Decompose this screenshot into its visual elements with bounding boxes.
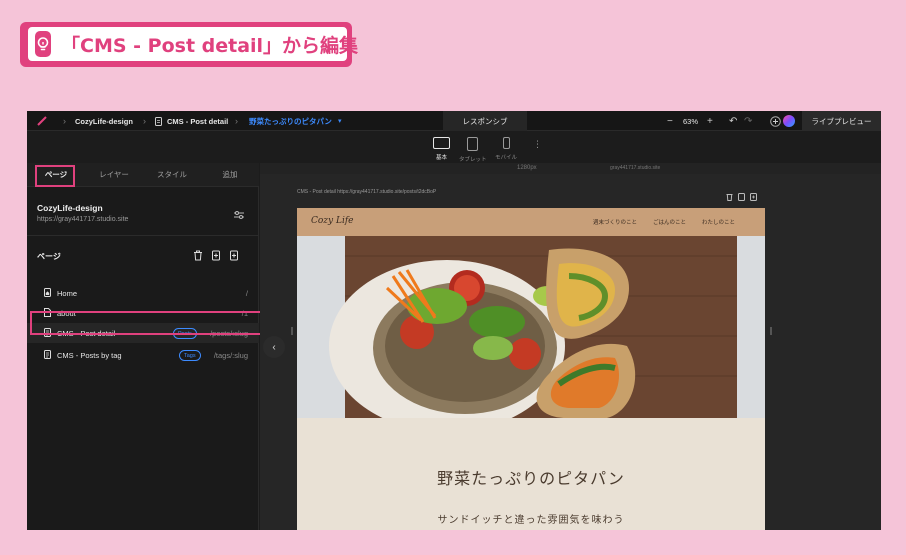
trash-icon[interactable] — [726, 188, 733, 206]
mobile-icon — [502, 137, 510, 149]
selected-row-highlight — [30, 311, 262, 335]
site-header[interactable]: Cozy Life 週末づくりのこと ごはんのこと わたしのこと — [297, 208, 765, 236]
tab-layers[interactable]: レイヤー — [85, 163, 143, 186]
ruler-width-label: 1280px — [517, 165, 537, 171]
redo-icon[interactable]: ↷ — [744, 111, 752, 131]
chevron-right-icon: › — [235, 116, 238, 126]
nav-link[interactable]: わたしのこと — [702, 218, 735, 226]
tablet-icon — [467, 137, 479, 151]
site-nav: 週末づくりのこと ごはんのこと わたしのこと — [593, 218, 735, 226]
left-panel: ページ レイヤー スタイル 追加 CozyLife-design https:/… — [27, 163, 259, 530]
page-label: Home — [57, 289, 78, 298]
settings-sliders-icon[interactable] — [233, 207, 245, 225]
pages-section-title: ページ — [37, 252, 61, 261]
design-canvas[interactable]: CMS - Post detail https://gray441717.stu… — [260, 174, 881, 530]
tab-add[interactable]: 追加 — [201, 163, 259, 186]
page-label: CMS - Posts by tag — [57, 351, 122, 360]
breadcrumb-template[interactable]: CMS - Post detail — [167, 111, 228, 131]
studio-editor-window: › CozyLife-design › CMS - Post detail › … — [27, 111, 881, 530]
breadcrumb-project[interactable]: CozyLife-design — [75, 111, 133, 131]
tab-responsive[interactable]: レスポンシブ — [443, 111, 527, 131]
device-mobile[interactable]: モバイル — [495, 137, 517, 161]
duplicate-icon[interactable] — [738, 188, 745, 206]
chevron-left-icon: ‹ — [272, 341, 276, 353]
caret-down-icon[interactable]: ▾ — [338, 111, 342, 131]
site-info: CozyLife-design https://gray441717.studi… — [27, 187, 259, 236]
site-name: CozyLife-design — [37, 203, 103, 213]
duplicate-page-icon[interactable] — [211, 248, 221, 266]
device-tablet[interactable]: タブレット — [459, 137, 487, 163]
site-preview-frame[interactable]: Cozy Life 週末づくりのこと ごはんのこと わたしのこと 野菜たっぷりの… — [297, 208, 765, 530]
home-page-icon — [44, 288, 51, 299]
undo-icon[interactable]: ↶ — [729, 111, 737, 131]
live-preview-button[interactable]: ライブプレビュー — [802, 111, 881, 131]
site-url: https://gray441717.studio.site — [37, 216, 129, 223]
zoom-in-icon[interactable]: + — [707, 111, 713, 131]
zoom-level[interactable]: 63% — [683, 111, 698, 131]
device-label: 基本 — [435, 155, 447, 161]
top-toolbar: › CozyLife-design › CMS - Post detail › … — [27, 111, 881, 131]
heading-badge: 「CMS - Post detail」から編集 — [26, 25, 358, 63]
zoom-out-icon[interactable]: − — [667, 111, 673, 131]
site-logo[interactable]: Cozy Life — [311, 216, 354, 226]
cms-page-icon — [44, 350, 51, 361]
frame-actions — [726, 188, 757, 206]
device-desktop[interactable]: 基本 — [433, 137, 450, 161]
page-document-icon — [155, 111, 162, 131]
add-icon[interactable] — [750, 188, 757, 206]
add-member-icon[interactable] — [770, 111, 781, 131]
page-path: / — [245, 289, 248, 298]
hero-image[interactable] — [297, 236, 765, 418]
nav-link[interactable]: 週末づくりのこと — [593, 218, 637, 226]
pages-actions — [193, 248, 239, 266]
device-label: モバイル — [495, 155, 518, 161]
lightbulb-icon — [35, 31, 51, 57]
article-title[interactable]: 野菜たっぷりのピタパン — [297, 465, 765, 489]
more-vertical-icon[interactable]: ⋮ — [533, 139, 542, 150]
add-page-icon[interactable] — [229, 248, 239, 266]
breadcrumb-page[interactable]: 野菜たっぷりのピタパン — [249, 111, 332, 131]
frame-url-label: CMS - Post detail https://gray441717.stu… — [297, 189, 437, 195]
frame-resize-handle-left[interactable] — [291, 327, 293, 335]
frame-resize-handle-right[interactable] — [770, 327, 772, 335]
nav-link[interactable]: ごはんのこと — [653, 218, 686, 226]
collapse-panel-button[interactable]: ‹ — [263, 336, 285, 358]
page-item-cms-posts-by-tag[interactable]: CMS - Posts by tag Tags /tags/:slug — [27, 345, 259, 365]
avatar[interactable] — [783, 111, 795, 131]
article-subtitle[interactable]: サンドイッチと違った雰囲気を味わう — [297, 511, 765, 526]
studio-logo-icon[interactable] — [37, 111, 47, 131]
device-label: タブレット — [459, 157, 487, 163]
chevron-right-icon: › — [143, 116, 146, 126]
pages-tab-highlight — [35, 165, 75, 187]
tab-styles[interactable]: スタイル — [143, 163, 201, 186]
ruler-domain-label: gray441717.studio.site — [610, 165, 661, 171]
chevron-right-icon: › — [63, 116, 66, 126]
collection-tag-tags: Tags — [179, 350, 201, 361]
heading-text: 「CMS - Post detail」から編集 — [61, 34, 359, 57]
desktop-icon — [433, 137, 450, 149]
page-path: /tags/:slug — [213, 351, 248, 360]
trash-icon[interactable] — [193, 248, 203, 266]
page-item-home[interactable]: Home / — [27, 283, 259, 303]
canvas-ruler: 1280px gray441717.studio.site — [260, 163, 881, 174]
